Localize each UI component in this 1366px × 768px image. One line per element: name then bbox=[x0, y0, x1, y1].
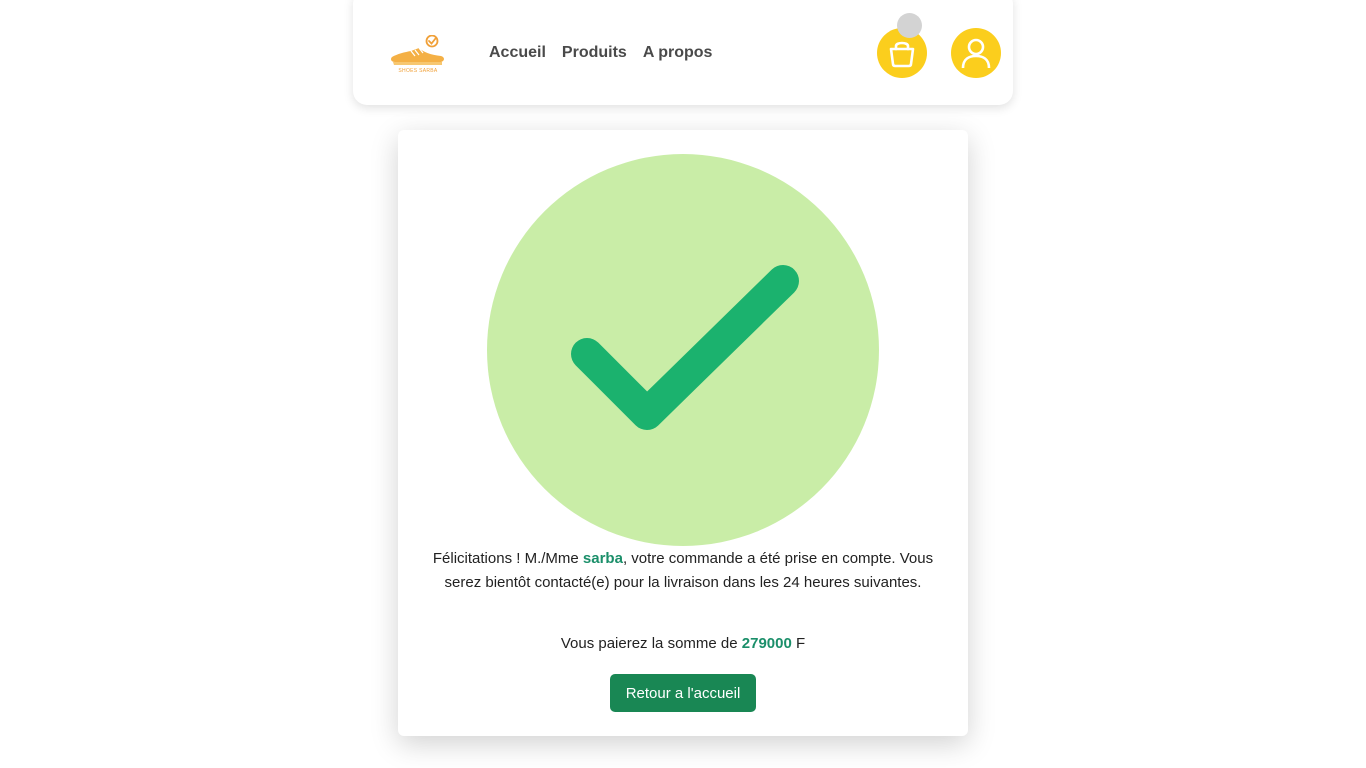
nav-links: Accueil Produits A propos bbox=[489, 44, 712, 62]
nav-link-a-propos[interactable]: A propos bbox=[643, 44, 713, 62]
order-confirmation-card: Félicitations ! M./Mme sarba, votre comm… bbox=[398, 130, 968, 736]
order-amount: 279000 bbox=[741, 635, 792, 652]
amount-prefix: Vous paierez la somme de bbox=[560, 635, 742, 652]
confirmation-message: Félicitations ! M./Mme sarba, votre comm… bbox=[428, 547, 938, 595]
nav-link-accueil[interactable]: Accueil bbox=[489, 44, 546, 62]
brand-logo-text: SHOES SARBA bbox=[398, 68, 438, 74]
nav-link-produits[interactable]: Produits bbox=[562, 44, 627, 62]
shoe-logo-icon bbox=[391, 34, 444, 65]
navbar: SHOES SARBA Accueil Produits A propos bbox=[353, 0, 1013, 105]
brand-logo[interactable]: SHOES SARBA bbox=[389, 34, 447, 77]
amount-currency: F bbox=[791, 635, 806, 652]
shopping-bag-icon bbox=[889, 41, 915, 68]
cart-count-badge bbox=[897, 13, 922, 38]
back-home-button[interactable]: Retour a l'accueil bbox=[610, 674, 756, 712]
confirmation-prefix: Félicitations ! M./Mme bbox=[432, 550, 583, 567]
user-icon bbox=[961, 38, 991, 69]
user-account-button[interactable] bbox=[951, 28, 1001, 78]
check-icon bbox=[487, 154, 879, 546]
amount-line: Vous paierez la somme de 279000 F bbox=[428, 635, 938, 652]
customer-name: sarba bbox=[582, 550, 623, 567]
